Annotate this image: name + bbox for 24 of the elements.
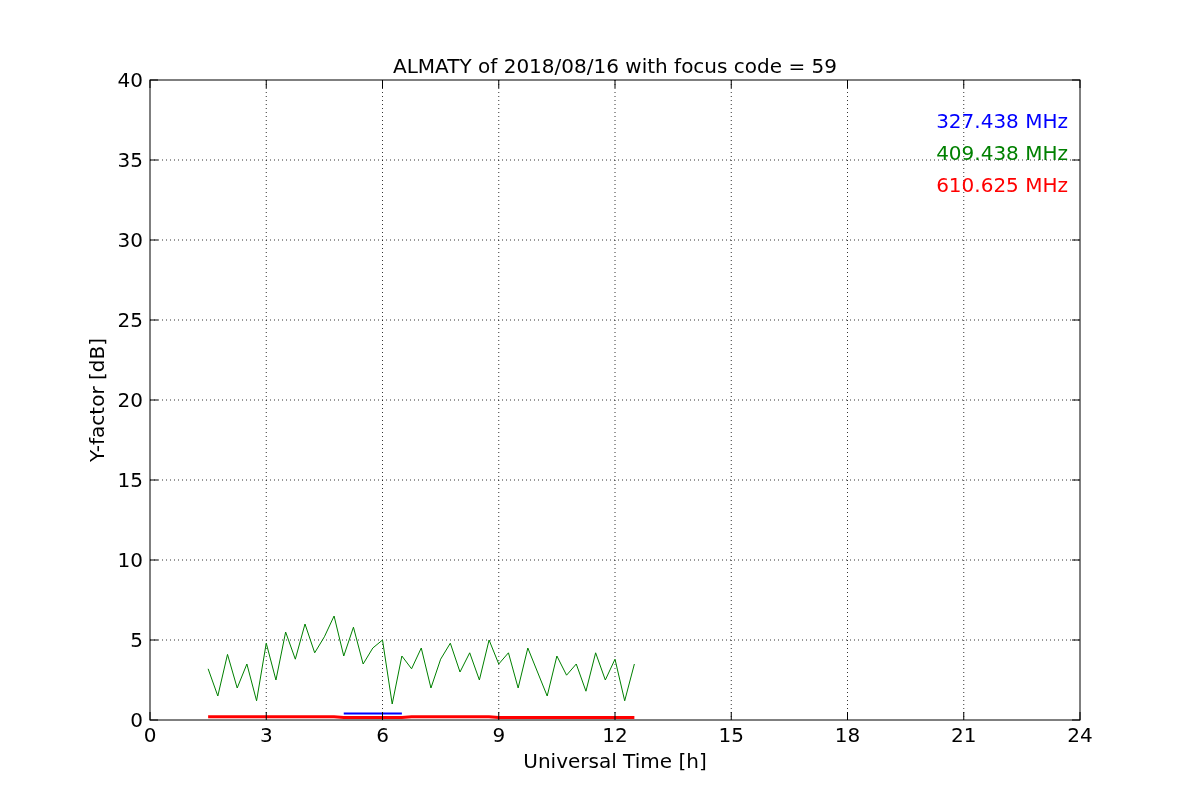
tick-label: 24 [1067, 723, 1093, 747]
tick-label: 9 [492, 723, 506, 747]
legend-label: 610.625 MHz [936, 173, 1068, 197]
tick-label: 15 [718, 723, 744, 747]
tick-label: 12 [602, 723, 628, 747]
tick-label: 18 [834, 723, 861, 747]
tick-label: 15 [117, 468, 143, 492]
tick-label: 30 [117, 228, 143, 252]
tick-label: 21 [951, 723, 977, 747]
tick-label: 0 [130, 708, 143, 732]
tick-label: 35 [117, 148, 143, 172]
axis-label: Y-factor [dB] [85, 338, 109, 462]
tick-label: 6 [376, 723, 389, 747]
tick-label: 25 [117, 308, 143, 332]
legend-label: 409.438 MHz [936, 141, 1068, 165]
tick-label: 5 [130, 628, 143, 652]
tick-label: 0 [143, 723, 157, 747]
legend-label: 327.438 MHz [936, 109, 1068, 133]
tick-label: 20 [117, 388, 143, 412]
axis-label: Universal Time [h] [523, 749, 707, 773]
tick-label: 40 [117, 68, 143, 92]
tick-label: 10 [117, 548, 143, 572]
tick-label: 3 [259, 723, 273, 747]
chart-title: ALMATY of 2018/08/16 with focus code = 59 [393, 54, 837, 78]
